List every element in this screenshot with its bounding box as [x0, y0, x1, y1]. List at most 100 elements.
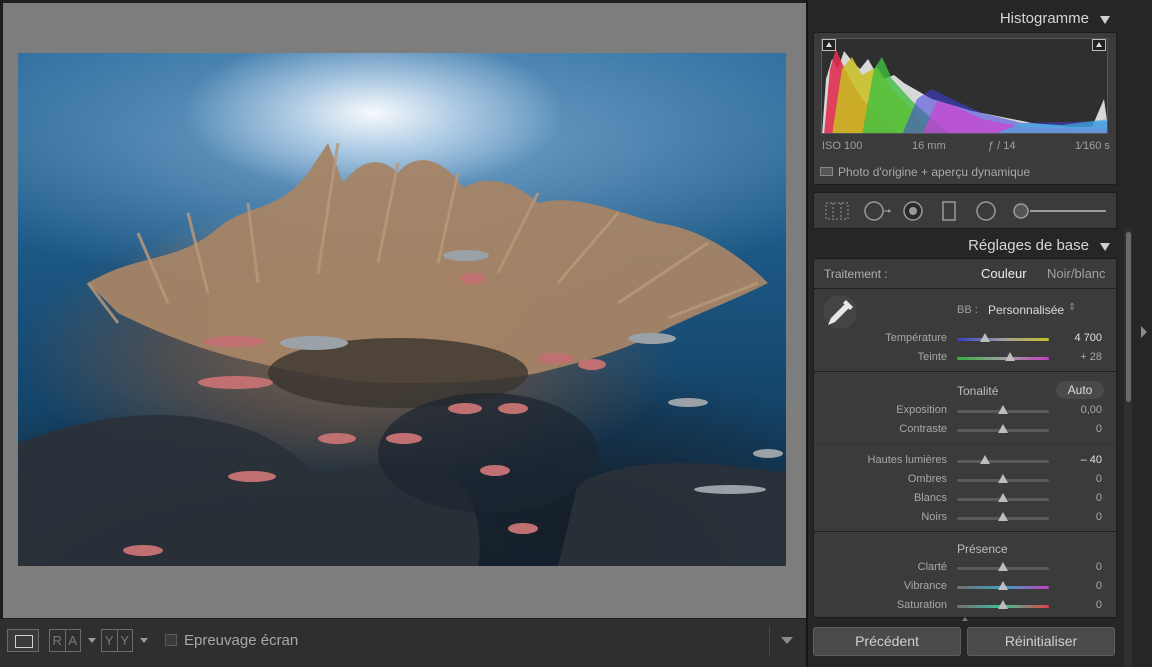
saturation-thumb[interactable]: [998, 600, 1008, 609]
histogram-title: Histogramme: [999, 10, 1089, 27]
fish: [460, 273, 486, 284]
before-after-left-right-button[interactable]: R A: [49, 629, 81, 652]
tint-slider[interactable]: [957, 357, 1049, 360]
tint-label: Teinte: [917, 351, 947, 363]
loupe-view-button[interactable]: [7, 629, 39, 652]
collapse-arrow-icon[interactable]: [1141, 326, 1147, 338]
previous-button[interactable]: Précédent: [813, 627, 961, 656]
graduated-filter-icon[interactable]: [941, 201, 957, 221]
fish: [203, 336, 265, 347]
shadows-value[interactable]: 0: [1062, 473, 1102, 485]
fish: [628, 333, 676, 344]
spot-removal-icon[interactable]: [863, 201, 891, 221]
chevron-down-icon[interactable]: [88, 638, 96, 643]
fish: [448, 403, 482, 414]
shadows-thumb[interactable]: [998, 474, 1008, 483]
fish: [508, 523, 538, 534]
histogram-curves: [822, 49, 1107, 133]
temperature-value[interactable]: 4 700: [1062, 332, 1102, 344]
exposure-value[interactable]: 0,00: [1062, 404, 1102, 416]
softproof-checkbox[interactable]: [165, 634, 177, 646]
tint-value[interactable]: + 28: [1062, 351, 1102, 363]
whites-value[interactable]: 0: [1062, 492, 1102, 504]
exif-iso: ISO 100: [822, 140, 863, 152]
highlights-value[interactable]: – 40: [1062, 454, 1102, 466]
fish: [228, 471, 276, 482]
divider: [813, 288, 1117, 289]
treatment-color-option[interactable]: Couleur: [981, 266, 1027, 281]
tint-thumb[interactable]: [1005, 352, 1016, 361]
chevron-down-icon[interactable]: [140, 638, 148, 643]
preview-icon: [820, 167, 833, 176]
clarity-label: Clarté: [917, 561, 947, 573]
scroll-up-icon: [962, 617, 968, 621]
exposure-thumb[interactable]: [998, 405, 1008, 414]
exif-focal: 16 mm: [912, 140, 946, 152]
crop-icon[interactable]: [824, 201, 850, 221]
basic-panel-title: Réglages de base: [968, 237, 1089, 254]
preview-label: Photo d'origine + aperçu dynamique: [838, 165, 1031, 179]
whites-thumb[interactable]: [998, 493, 1008, 502]
exposure-label: Exposition: [896, 404, 947, 416]
contrast-label: Contraste: [899, 423, 947, 435]
divider: [813, 444, 1117, 445]
saturation-label: Saturation: [896, 599, 947, 611]
before-after-toggle-button[interactable]: Y Y: [101, 629, 133, 652]
fish: [280, 336, 348, 350]
wb-label: BB :: [957, 304, 978, 316]
treatment-label: Traitement :: [824, 267, 888, 281]
wb-preset-select[interactable]: Personnalisée: [988, 303, 1064, 317]
fish: [443, 250, 489, 261]
divider: [813, 531, 1117, 532]
blacks-value[interactable]: 0: [1062, 511, 1102, 523]
chevron-down-icon: [1100, 243, 1110, 251]
presence-section-title: Présence: [957, 542, 1008, 556]
coral-illustration: [18, 142, 786, 566]
temperature-label: Température: [885, 332, 947, 344]
clarity-value[interactable]: 0: [1062, 561, 1102, 573]
toolbar-menu-button[interactable]: [769, 626, 803, 656]
highlight-clipping-toggle[interactable]: [1092, 39, 1106, 51]
fish: [198, 376, 273, 389]
histogram-header[interactable]: Histogramme: [813, 6, 1117, 32]
vibrance-value[interactable]: 0: [1062, 580, 1102, 592]
histogram-graph[interactable]: [821, 38, 1108, 134]
treatment-bw-option[interactable]: Noir/blanc: [1047, 266, 1106, 281]
photo-preview[interactable]: [18, 53, 786, 566]
reset-button[interactable]: Réinitialiser: [967, 627, 1115, 656]
saturation-value[interactable]: 0: [1062, 599, 1102, 611]
exif-aperture: ƒ / 14: [988, 140, 1016, 152]
basic-panel-header[interactable]: Réglages de base: [813, 233, 1117, 259]
highlights-slider[interactable]: [957, 460, 1049, 463]
chevron-updown-icon[interactable]: ⇕: [1068, 302, 1076, 313]
fish: [498, 403, 528, 414]
blacks-label: Noirs: [921, 511, 947, 523]
panel-scrollbar-thumb[interactable]: [1126, 232, 1131, 402]
shadows-label: Ombres: [907, 473, 947, 485]
divider: [813, 371, 1117, 372]
contrast-thumb[interactable]: [998, 424, 1008, 433]
shadow-clipping-toggle[interactable]: [822, 39, 836, 51]
highlights-thumb[interactable]: [979, 455, 990, 464]
chevron-down-icon: [1100, 16, 1110, 24]
temperature-thumb[interactable]: [979, 333, 990, 342]
fish: [753, 449, 783, 458]
softproof-label: Epreuvage écran: [184, 632, 299, 649]
before-label: Y: [102, 630, 118, 651]
whites-label: Blancs: [913, 492, 947, 504]
clarity-thumb[interactable]: [998, 562, 1008, 571]
highlights-label: Hautes lumières: [867, 454, 947, 466]
radial-filter-icon[interactable]: [974, 201, 998, 221]
fish: [538, 353, 574, 364]
vibrance-label: Vibrance: [903, 580, 947, 592]
blacks-thumb[interactable]: [998, 512, 1008, 521]
auto-tone-button[interactable]: Auto: [1056, 381, 1104, 399]
eyedropper-icon[interactable]: [822, 294, 858, 330]
exif-shutter: 1⁄160 s: [1075, 140, 1110, 152]
temperature-slider[interactable]: [957, 338, 1049, 341]
contrast-value[interactable]: 0: [1062, 423, 1102, 435]
fish: [480, 465, 510, 476]
vibrance-thumb[interactable]: [998, 581, 1008, 590]
red-eye-icon[interactable]: [902, 201, 924, 221]
adjustment-brush-icon[interactable]: [1012, 201, 1108, 221]
